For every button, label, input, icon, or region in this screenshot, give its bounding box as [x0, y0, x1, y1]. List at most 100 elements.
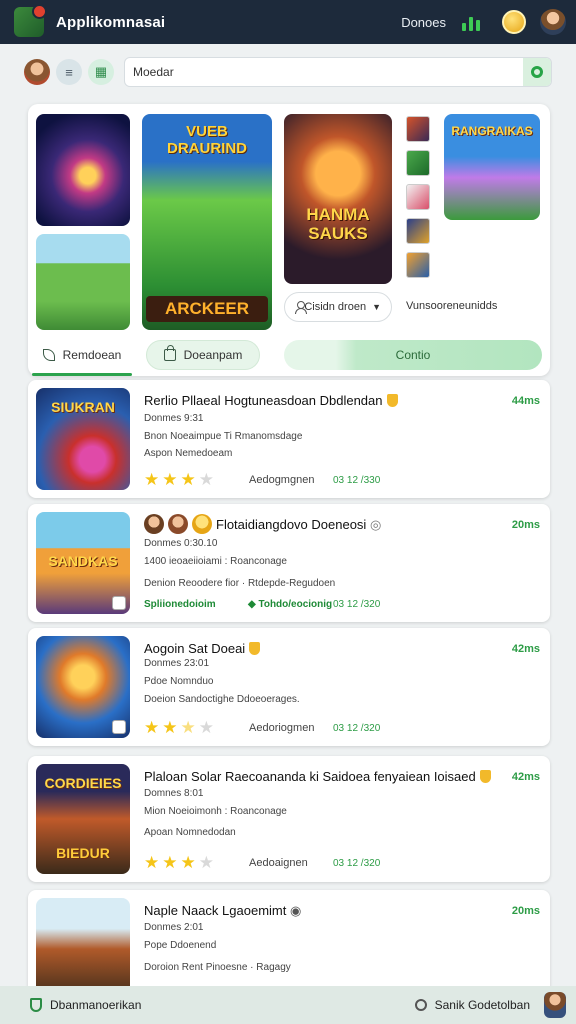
- featured-poster[interactable]: RANGRAIKAS: [444, 114, 540, 220]
- list-item[interactable]: Aogoin Sat Doeai 42ms Donmes 23:01 Pdoe …: [28, 628, 550, 746]
- list-item[interactable]: SIUKRAN Rerlio Pllaeal Hogtuneasdoan Dbd…: [28, 380, 550, 498]
- game-thumbnail[interactable]: SIUKRAN: [36, 388, 130, 490]
- search-box: [124, 57, 552, 87]
- bottom-bar: Dbanmanoerikan Sanik Godetolban: [0, 986, 576, 1024]
- meta-label: Aedoriogmen: [249, 722, 315, 734]
- header-link[interactable]: Donoes: [401, 15, 446, 30]
- star-icon: ★: [162, 718, 178, 737]
- search-row: ≡ ▦: [24, 57, 552, 87]
- featured-thumb[interactable]: [36, 234, 130, 330]
- meta-date: 03 12 /320: [333, 723, 381, 734]
- filter-icon[interactable]: ≡: [56, 59, 82, 85]
- game-detail: Pdoe Nomnduo: [144, 676, 214, 687]
- shield-icon: [30, 998, 42, 1012]
- search-button[interactable]: [523, 58, 551, 86]
- strip-thumb[interactable]: [406, 116, 430, 142]
- featured-panel: VUEB DRAURIND ARCKEER HANMA SAUKS RANGRA…: [28, 104, 550, 376]
- meta-label: Aedoaignen: [249, 857, 308, 869]
- sort-dropdown[interactable]: Cisidn droen ▼: [284, 292, 392, 322]
- star-icon: ★: [144, 853, 160, 872]
- strip-thumb[interactable]: [406, 184, 430, 210]
- tab-label: Doeanpam: [183, 348, 243, 362]
- game-title-text: Rerlio Pllaeal Hogtuneasdoan Dbdlendan: [144, 393, 383, 408]
- list-item[interactable]: Naple Naack Lgaoemimt ◉ 20ms Donmes 2:01…: [28, 890, 550, 1000]
- avatar-icon: [144, 514, 164, 534]
- rating-stars: ★ ★ ★ ★: [144, 471, 214, 488]
- search-input[interactable]: [125, 58, 523, 86]
- profile-avatar-icon[interactable]: [540, 9, 566, 35]
- game-detail: Donmes 0:30.10: [144, 538, 218, 549]
- leaf-icon: [42, 349, 55, 361]
- strip-thumb[interactable]: [406, 252, 430, 278]
- sort-label: Cisidn droen: [304, 301, 367, 313]
- star-icon: ★: [144, 718, 160, 737]
- meta-date: 03 12 /330: [333, 475, 381, 486]
- tab-label: Contio: [395, 348, 431, 362]
- game-time: 44ms: [511, 395, 540, 407]
- star-icon: ★: [180, 853, 196, 872]
- list-item[interactable]: CORDIEIES BIEDUR Plaloan Solar Raecoanan…: [28, 756, 550, 882]
- featured-thumb[interactable]: [36, 114, 130, 226]
- tab-bar: Remdoean Doeanpam Contio: [28, 336, 550, 376]
- poster-title: CORDIEIES: [44, 775, 122, 791]
- featured-poster[interactable]: HANMA SAUKS: [284, 114, 392, 284]
- game-detail: 1400 ieoaeiioiami : Roanconage: [144, 556, 287, 567]
- strip-thumb[interactable]: [406, 218, 430, 244]
- tab-label: Remdoean: [62, 348, 122, 362]
- app-title: Applikomnasai: [56, 13, 166, 31]
- game-detail: Donmes 2:01: [144, 922, 204, 933]
- person-icon: [295, 301, 309, 314]
- bag-icon: [163, 345, 176, 361]
- game-title-text: Plaloan Solar Raecoananda ki Saidoea fen…: [144, 769, 476, 784]
- coin-icon[interactable]: [502, 10, 526, 34]
- bottom-right-link[interactable]: Sanik Godetolban: [435, 998, 530, 1012]
- game-title-text: Flotaidiangdovo Doeneosi: [216, 517, 367, 532]
- lock-icon: ◉: [289, 903, 302, 918]
- poster-title: SANDKAS: [48, 553, 118, 569]
- shield-icon: [479, 770, 491, 783]
- tab-continue[interactable]: Contio: [284, 340, 542, 370]
- game-title: Naple Naack Lgaoemimt ◉: [144, 903, 301, 919]
- tab-downloads[interactable]: Doeanpam: [146, 340, 260, 370]
- strip-thumb[interactable]: [406, 150, 430, 176]
- game-status: Spliionedoioim: [144, 599, 216, 610]
- coin-icon: [192, 514, 212, 534]
- search-icon: [531, 66, 543, 78]
- game-title: Aogoin Sat Doeai: [144, 641, 261, 656]
- list-item[interactable]: SANDKAS Flotaidiangdovo Doeneosi ◎ 20ms …: [28, 504, 550, 622]
- mascot-icon[interactable]: [544, 992, 566, 1018]
- game-thumbnail[interactable]: [36, 636, 130, 738]
- game-thumbnail[interactable]: SANDKAS: [36, 512, 130, 614]
- meta-label: Aedogmgnen: [249, 474, 315, 486]
- status-text: Tohdo/eocionig: [258, 599, 333, 610]
- meta-date: 03 12 /320: [333, 599, 381, 610]
- stats-icon[interactable]: [462, 13, 484, 31]
- tab-recommended[interactable]: Remdoean: [34, 340, 130, 370]
- avatar-icon: [168, 514, 188, 534]
- featured-poster[interactable]: VUEB DRAURIND ARCKEER: [142, 114, 272, 330]
- thumbnail-strip: [406, 116, 432, 278]
- game-detail: Doroion Rent Pinoesne · Ragagy: [144, 962, 291, 973]
- rating-stars: ★ ★ ★ ★: [144, 854, 214, 871]
- badge-icon: [112, 596, 126, 610]
- top-bar: Applikomnasai Donoes: [0, 0, 576, 44]
- games-icon[interactable]: ▦: [88, 59, 114, 85]
- game-title: Plaloan Solar Raecoananda ki Saidoea fen…: [144, 769, 491, 784]
- star-icon: ★: [162, 470, 178, 489]
- game-detail: Bnon Noeaimpue Ti Rmanomsdage: [144, 431, 303, 442]
- badge-icon: [112, 720, 126, 734]
- user-avatar-icon[interactable]: [24, 59, 50, 85]
- game-thumbnail[interactable]: CORDIEIES BIEDUR: [36, 764, 130, 874]
- key-icon: [414, 999, 427, 1011]
- game-detail: Aspon Nemedoeam: [144, 448, 233, 459]
- poster-subtitle: BIEDUR: [56, 845, 110, 861]
- sort-hint: Vunsooreneunidds: [406, 300, 498, 312]
- bottom-left-link[interactable]: Dbanmanoerikan: [50, 998, 141, 1012]
- poster-subtitle: ARCKEER: [146, 296, 268, 322]
- chevron-down-icon: ▼: [372, 302, 381, 312]
- game-thumbnail[interactable]: [36, 898, 130, 1000]
- star-icon: ★: [198, 470, 214, 489]
- game-status: ◆ Tohdo/eocionig: [248, 599, 333, 610]
- player-avatars: [144, 514, 212, 534]
- app-logo-icon[interactable]: [14, 4, 47, 37]
